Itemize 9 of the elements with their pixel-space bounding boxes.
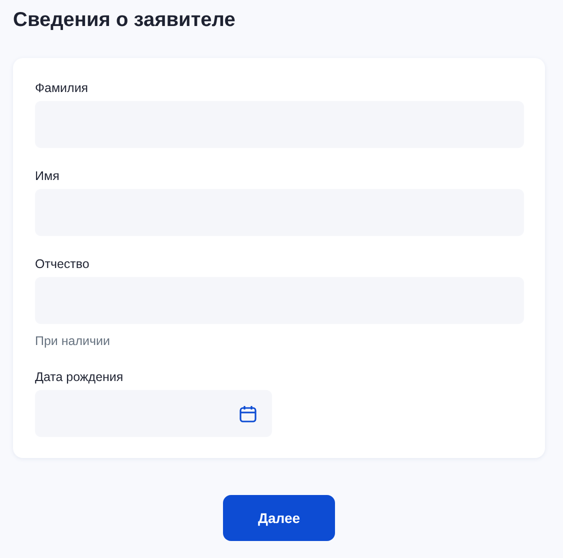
field-hint: При наличии	[35, 333, 111, 349]
field-label: Фамилия	[35, 80, 90, 96]
field-label: Имя	[35, 168, 60, 184]
next-button[interactable]: Далее	[223, 495, 335, 541]
calendar-icon[interactable]	[238, 404, 258, 424]
field-label: Отчество	[35, 256, 90, 272]
field-label: Дата рождения	[35, 369, 124, 385]
date-field[interactable]	[35, 390, 272, 437]
page-title: Сведения о заявителе	[13, 8, 236, 33]
